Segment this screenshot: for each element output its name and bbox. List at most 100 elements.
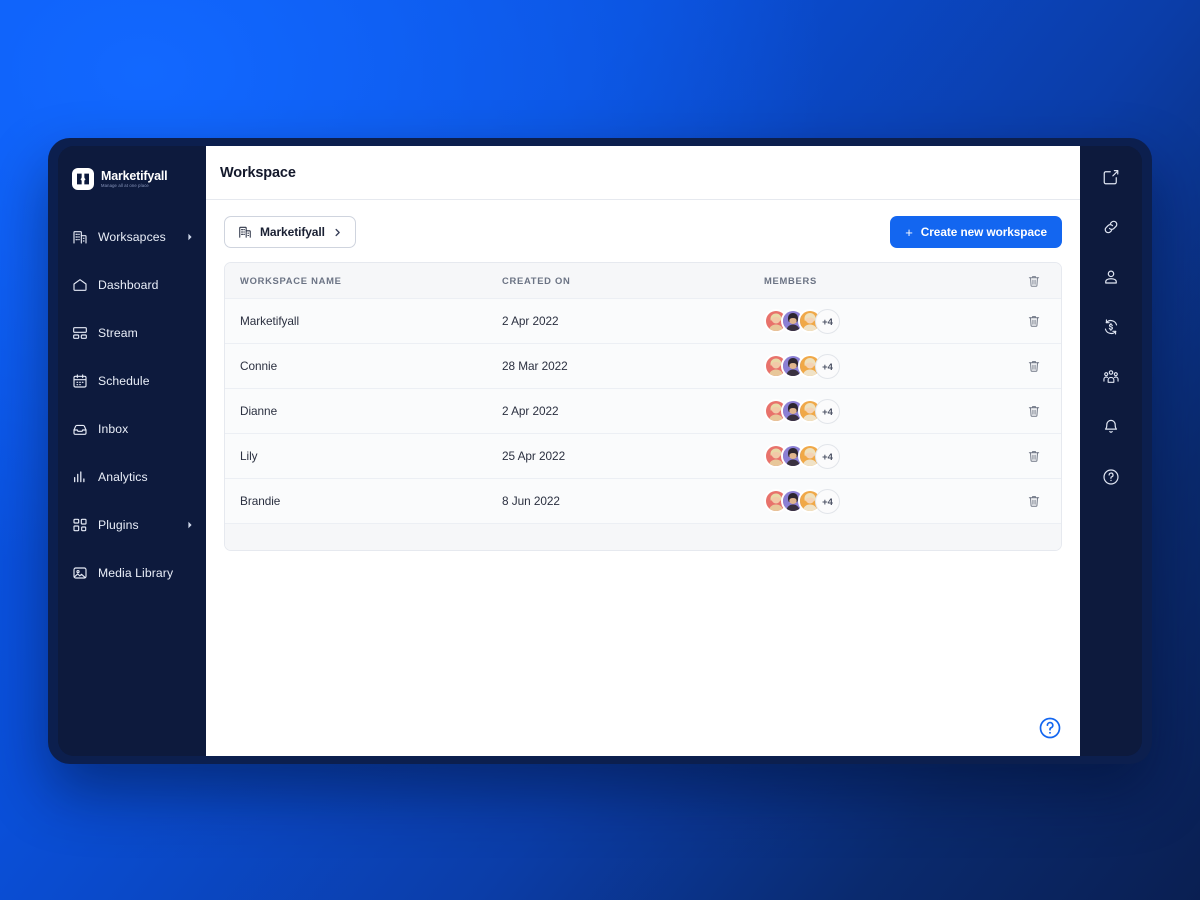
user-icon[interactable] [1102, 268, 1120, 286]
sidebar-item-label: Plugins [98, 518, 139, 532]
trash-icon[interactable] [1027, 274, 1041, 288]
brand-tagline: Manage all at one place [101, 183, 149, 189]
sidebar-item-inbox[interactable]: Inbox [58, 405, 206, 453]
sidebar-item-label: Stream [98, 326, 138, 340]
create-new-workspace-label: Create new workspace [920, 225, 1047, 239]
cell-created-on: 8 Jun 2022 [502, 494, 560, 508]
table-row[interactable]: Lily 25 Apr 2022 +4 [225, 434, 1061, 479]
avatar-group: +4 [764, 308, 1007, 334]
sidebar-item-plugins[interactable]: Plugins [58, 501, 206, 549]
cell-workspace-name: Connie [240, 359, 278, 373]
sidebar-item-analytics[interactable]: Analytics [58, 453, 206, 501]
avatar-overflow-count: +4 [815, 308, 840, 334]
sidebar-item-worksapces[interactable]: Worksapces [58, 213, 206, 261]
cell-members: +4 [764, 353, 1007, 379]
brand-name: Marketifyall [101, 168, 168, 183]
stream-icon [72, 325, 88, 341]
trash-icon[interactable] [1027, 404, 1041, 418]
avatar-group: +4 [764, 443, 1007, 469]
brand-logo[interactable]: Marketifyall Manage all at one place [58, 155, 206, 197]
home-icon [72, 277, 88, 293]
workspace-selector-label: Marketifyall [260, 225, 325, 239]
cell-workspace-name: Brandie [240, 494, 281, 508]
avatar-overflow-count: +4 [815, 398, 840, 424]
column-header-workspace-name: WORKSPACE NAME [240, 275, 342, 286]
help-circle-icon[interactable] [1038, 716, 1062, 740]
chevron-right-icon [186, 521, 194, 529]
avatar-group: +4 [764, 398, 1007, 424]
trash-icon[interactable] [1027, 494, 1041, 508]
building-icon [238, 225, 252, 239]
image-icon [72, 565, 88, 581]
avatar-overflow-count: +4 [815, 353, 840, 379]
avatar-group: +4 [764, 353, 1007, 379]
sidebar-item-label: Inbox [98, 422, 129, 436]
cell-workspace-name: Marketifyall [240, 314, 300, 328]
cell-actions [1007, 314, 1061, 328]
trash-icon[interactable] [1027, 359, 1041, 373]
bar-chart-icon [72, 469, 88, 485]
right-rail [1080, 146, 1142, 756]
sidebar-item-label: Media Library [98, 566, 174, 580]
table-header-row: WORKSPACE NAME CREATED ON MEMBERS [225, 263, 1061, 299]
cell-actions [1007, 494, 1061, 508]
chevron-right-icon [333, 228, 342, 237]
table-row[interactable]: Dianne 2 Apr 2022 +4 [225, 389, 1061, 434]
cell-members: +4 [764, 443, 1007, 469]
cell-created-on: 2 Apr 2022 [502, 404, 559, 418]
column-header-actions [1007, 274, 1061, 288]
cell-actions [1007, 404, 1061, 418]
cell-created-on: 25 Apr 2022 [502, 449, 566, 463]
main-content: Workspace Marketifyall + Create new work… [206, 146, 1080, 756]
cell-members: +4 [764, 308, 1007, 334]
bell-icon[interactable] [1102, 418, 1120, 436]
marketifyall-logo-icon [72, 168, 94, 190]
app-window: Marketifyall Manage all at one place Wor… [48, 138, 1152, 764]
sidebar-item-schedule[interactable]: Schedule [58, 357, 206, 405]
avatar-overflow-count: +4 [815, 488, 840, 514]
content-header: Workspace [206, 146, 1080, 200]
avatar-group: +4 [764, 488, 1007, 514]
sidebar-item-label: Dashboard [98, 278, 159, 292]
cell-created-on: 28 Mar 2022 [502, 359, 568, 373]
dollar-refresh-icon[interactable] [1102, 318, 1120, 336]
compose-icon[interactable] [1102, 168, 1120, 186]
link-icon[interactable] [1102, 218, 1120, 236]
sidebar: Marketifyall Manage all at one place Wor… [58, 146, 206, 756]
sidebar-item-media-library[interactable]: Media Library [58, 549, 206, 597]
sidebar-item-label: Schedule [98, 374, 150, 388]
cell-members: +4 [764, 398, 1007, 424]
table-row[interactable]: Marketifyall 2 Apr 2022 +4 [225, 299, 1061, 344]
people-group-icon[interactable] [1102, 368, 1120, 386]
help-circle-icon[interactable] [1102, 468, 1120, 486]
trash-icon[interactable] [1027, 449, 1041, 463]
table-row[interactable]: Connie 28 Mar 2022 +4 [225, 344, 1061, 389]
cell-created-on: 2 Apr 2022 [502, 314, 559, 328]
inbox-icon [72, 421, 88, 437]
app-window-inner: Marketifyall Manage all at one place Wor… [58, 146, 1142, 756]
content-body: Marketifyall + Create new workspace WORK… [206, 200, 1080, 756]
create-new-workspace-button[interactable]: + Create new workspace [890, 216, 1062, 248]
grid-blocks-icon [72, 517, 88, 533]
sidebar-nav: Worksapces Dashboard Stream Schedule Inb… [58, 213, 206, 597]
table-row[interactable]: Brandie 8 Jun 2022 +4 [225, 479, 1061, 524]
sidebar-item-stream[interactable]: Stream [58, 309, 206, 357]
toolbar: Marketifyall + Create new workspace [224, 216, 1062, 248]
column-header-members: MEMBERS [764, 275, 817, 286]
avatar-overflow-count: +4 [815, 443, 840, 469]
page-title: Workspace [220, 164, 296, 181]
workspace-selector-chip[interactable]: Marketifyall [224, 216, 356, 248]
cell-actions [1007, 359, 1061, 373]
table-footer-row [225, 524, 1061, 550]
cell-workspace-name: Lily [240, 449, 258, 463]
sidebar-item-dashboard[interactable]: Dashboard [58, 261, 206, 309]
chevron-right-icon [186, 233, 194, 241]
workspaces-table: WORKSPACE NAME CREATED ON MEMBERS Market… [224, 262, 1062, 551]
plus-icon: + [905, 224, 913, 240]
building-icon [72, 229, 88, 245]
sidebar-item-label: Worksapces [98, 230, 166, 244]
column-header-created-on: CREATED ON [502, 275, 571, 286]
cell-actions [1007, 449, 1061, 463]
trash-icon[interactable] [1027, 314, 1041, 328]
cell-workspace-name: Dianne [240, 404, 278, 418]
